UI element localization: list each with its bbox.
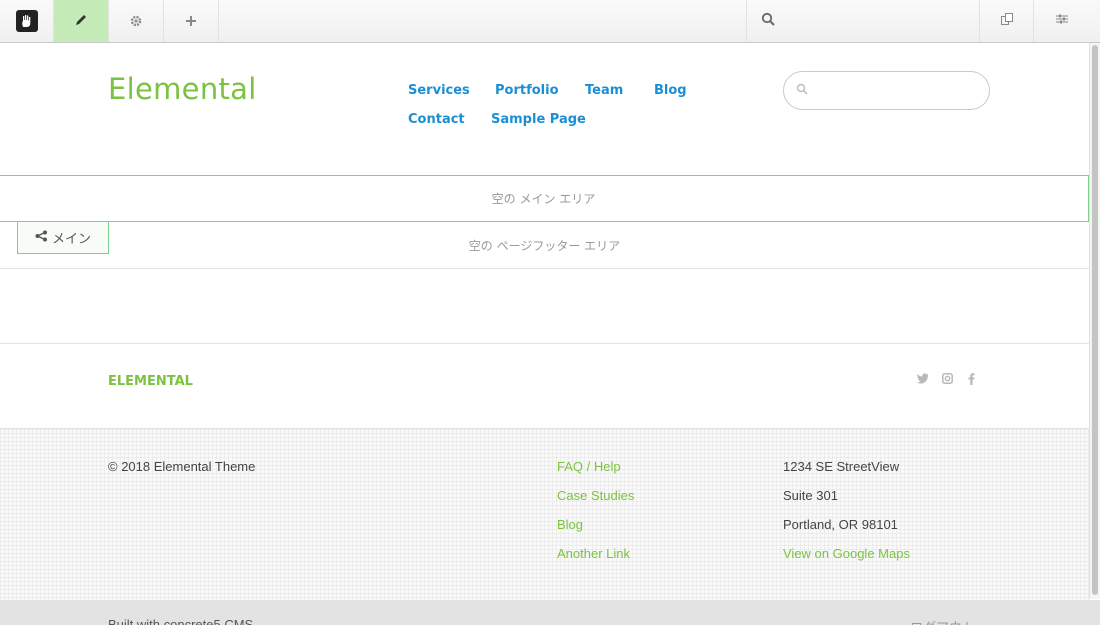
built-with-text: Built with concrete5 CMS.: [108, 617, 257, 625]
nav-services[interactable]: Services: [408, 83, 470, 98]
main-area-tab[interactable]: メイン: [17, 221, 109, 254]
add-content-button[interactable]: [164, 0, 219, 42]
scrollbar-thumb[interactable]: [1092, 45, 1098, 595]
footer-link-blog[interactable]: Blog: [557, 517, 583, 532]
footer-link-another[interactable]: Another Link: [557, 546, 630, 561]
logout-link[interactable]: ログアウト: [910, 617, 975, 625]
facebook-icon[interactable]: [968, 373, 975, 388]
divider: [0, 268, 1089, 269]
nav-sample-page[interactable]: Sample Page: [491, 112, 586, 127]
footer-band: [0, 429, 1089, 600]
concrete5-hand-icon: [15, 10, 38, 32]
address-line-2: Suite 301: [783, 488, 838, 503]
page-footer-area-empty[interactable]: 空の ページフッター エリア: [0, 232, 1089, 258]
gear-icon: [130, 12, 142, 31]
footer-link-faq[interactable]: FAQ / Help: [557, 459, 621, 474]
divider: [0, 343, 1089, 344]
twitter-icon[interactable]: [917, 373, 929, 387]
pencil-icon: [74, 12, 88, 31]
footer-brand[interactable]: ELEMENTAL: [108, 374, 193, 389]
main-area-label: 空の メイン エリア: [491, 192, 596, 206]
instagram-icon[interactable]: [942, 373, 953, 387]
cms-toolbar: [0, 0, 1100, 43]
pages-icon: [1000, 12, 1014, 30]
address-line-1: 1234 SE StreetView: [783, 459, 900, 474]
search-icon: [761, 12, 775, 30]
footer-link-case-studies[interactable]: Case Studies: [557, 488, 634, 503]
page: Elemental Services Portfolio Team Blog C…: [0, 0, 1100, 625]
sitemap-button[interactable]: [979, 0, 1034, 42]
page-footer-area-label: 空の ページフッター エリア: [468, 238, 621, 253]
vertical-scrollbar[interactable]: [1089, 43, 1100, 599]
toolbar-search[interactable]: [746, 0, 979, 42]
sliders-icon: [1055, 13, 1069, 29]
page-settings-button[interactable]: [109, 0, 164, 42]
nav-team[interactable]: Team: [585, 83, 623, 98]
share-icon: [35, 230, 48, 246]
nav-contact[interactable]: Contact: [408, 112, 465, 127]
edit-mode-button[interactable]: [54, 0, 109, 42]
panels-button[interactable]: [1034, 0, 1089, 42]
site-search-input[interactable]: [783, 71, 990, 110]
address-line-3: Portland, OR 98101: [783, 517, 898, 532]
site-brand[interactable]: Elemental: [108, 72, 257, 106]
main-area-empty[interactable]: 空の メイン エリア: [0, 175, 1089, 222]
copyright-text: © 2018 Elemental Theme: [108, 459, 256, 474]
nav-portfolio[interactable]: Portfolio: [495, 83, 559, 98]
main-area-tab-label: メイン: [51, 232, 91, 247]
google-maps-link[interactable]: View on Google Maps: [783, 546, 910, 561]
plus-icon: [185, 11, 197, 32]
nav-blog[interactable]: Blog: [654, 83, 687, 98]
concrete5-logo-button[interactable]: [0, 0, 54, 42]
search-icon: [796, 83, 808, 98]
